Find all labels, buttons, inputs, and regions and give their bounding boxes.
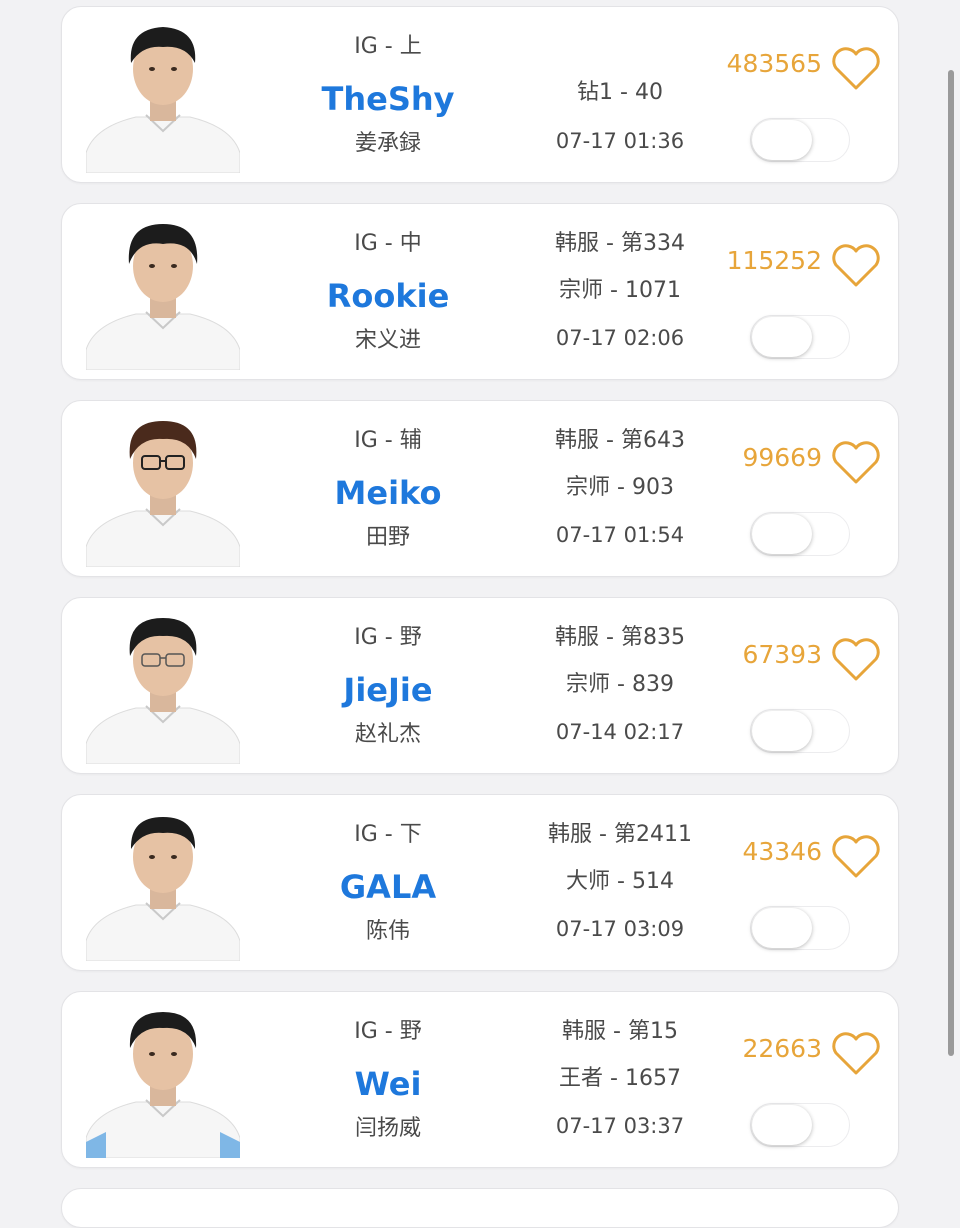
update-time: 07-17 02:06 xyxy=(555,326,685,350)
team-position: IG - 野 xyxy=(354,1019,422,1044)
toggle-knob xyxy=(752,908,812,948)
player-avatar xyxy=(86,817,240,961)
player-avatar xyxy=(86,27,240,173)
rank-line-2: 宗师 - 903 xyxy=(566,475,674,500)
team-position: IG - 辅 xyxy=(354,428,422,453)
player-card[interactable]: IG - 野 Wei 闫扬威 韩服 - 第15 王者 - 1657 07-17 … xyxy=(61,991,899,1168)
player-handle[interactable]: Meiko xyxy=(288,474,488,512)
player-card[interactable]: IG - 中 Rookie 宋义进 韩服 - 第334 宗师 - 1071 07… xyxy=(61,203,899,380)
team-position: IG - 上 xyxy=(354,34,422,59)
like-count: 115252 xyxy=(726,246,822,275)
rank-line-1: 韩服 - 第835 xyxy=(555,625,685,650)
team-position: IG - 野 xyxy=(354,625,422,650)
player-avatar xyxy=(86,1012,240,1158)
player-real-name: 陈伟 xyxy=(365,919,410,944)
player-avatar xyxy=(86,224,240,370)
like-count: 483565 xyxy=(726,49,822,78)
player-avatar xyxy=(86,421,240,567)
player-avatar xyxy=(86,618,240,764)
follow-toggle[interactable] xyxy=(750,512,850,556)
update-time: 07-14 02:17 xyxy=(555,720,685,744)
rank-line-2: 大师 - 514 xyxy=(566,869,674,894)
player-real-name: 姜承録 xyxy=(354,131,421,156)
heart-outline-icon[interactable] xyxy=(830,1030,882,1076)
heart-outline-icon[interactable] xyxy=(830,242,882,288)
like-count: 67393 xyxy=(742,640,822,669)
like-count: 22663 xyxy=(742,1034,822,1063)
toggle-knob xyxy=(752,120,812,160)
heart-outline-icon[interactable] xyxy=(830,833,882,879)
follow-toggle[interactable] xyxy=(750,118,850,162)
rank-line-1: 韩服 - 第334 xyxy=(555,231,685,256)
player-handle[interactable]: JieJie xyxy=(288,671,488,709)
update-time: 07-17 01:36 xyxy=(555,129,685,153)
player-card[interactable]: IG - 野 JieJie 赵礼杰 韩服 - 第835 宗师 - 839 07-… xyxy=(61,597,899,774)
rank-line-2: 王者 - 1657 xyxy=(559,1066,681,1091)
toggle-knob xyxy=(752,711,812,751)
player-card-partial[interactable] xyxy=(61,1188,899,1228)
like-count: 43346 xyxy=(742,837,822,866)
player-card[interactable]: IG - 下 GALA 陈伟 韩服 - 第2411 大师 - 514 07-17… xyxy=(61,794,899,971)
rank-line-2: 宗师 - 1071 xyxy=(559,278,681,303)
heart-outline-icon[interactable] xyxy=(830,439,882,485)
player-card[interactable]: IG - 上 TheShy 姜承録 钻1 - 40 07-17 01:36 48… xyxy=(61,6,899,183)
scrollbar-thumb[interactable] xyxy=(948,70,954,1056)
rank-line-2: 宗师 - 839 xyxy=(566,672,674,697)
follow-toggle[interactable] xyxy=(750,709,850,753)
follow-toggle[interactable] xyxy=(750,1103,850,1147)
player-handle[interactable]: Wei xyxy=(288,1065,488,1103)
scrollbar[interactable] xyxy=(946,0,954,1203)
follow-toggle[interactable] xyxy=(750,315,850,359)
player-real-name: 赵礼杰 xyxy=(354,722,421,747)
heart-outline-icon[interactable] xyxy=(830,636,882,682)
team-position: IG - 中 xyxy=(354,231,422,256)
like-count: 99669 xyxy=(742,443,822,472)
player-card[interactable]: IG - 辅 Meiko 田野 韩服 - 第643 宗师 - 903 07-17… xyxy=(61,400,899,577)
team-position: IG - 下 xyxy=(354,822,422,847)
update-time: 07-17 03:09 xyxy=(555,917,685,941)
player-real-name: 宋义进 xyxy=(354,328,421,353)
follow-toggle[interactable] xyxy=(750,906,850,950)
update-time: 07-17 03:37 xyxy=(555,1114,685,1138)
update-time: 07-17 01:54 xyxy=(555,523,685,547)
player-list: IG - 上 TheShy 姜承録 钻1 - 40 07-17 01:36 48… xyxy=(0,0,960,1228)
rank-line-1: 韩服 - 第15 xyxy=(562,1019,678,1044)
player-handle[interactable]: Rookie xyxy=(288,277,488,315)
toggle-knob xyxy=(752,317,812,357)
toggle-knob xyxy=(752,1105,812,1145)
player-handle[interactable]: TheShy xyxy=(288,80,488,118)
rank-line-1: 钻1 - 40 xyxy=(577,80,663,105)
player-handle[interactable]: GALA xyxy=(288,868,488,906)
rank-line-1: 韩服 - 第2411 xyxy=(548,822,692,847)
player-real-name: 闫扬威 xyxy=(354,1116,421,1141)
rank-line-1: 韩服 - 第643 xyxy=(555,428,685,453)
player-real-name: 田野 xyxy=(365,525,410,550)
heart-outline-icon[interactable] xyxy=(830,45,882,91)
toggle-knob xyxy=(752,514,812,554)
